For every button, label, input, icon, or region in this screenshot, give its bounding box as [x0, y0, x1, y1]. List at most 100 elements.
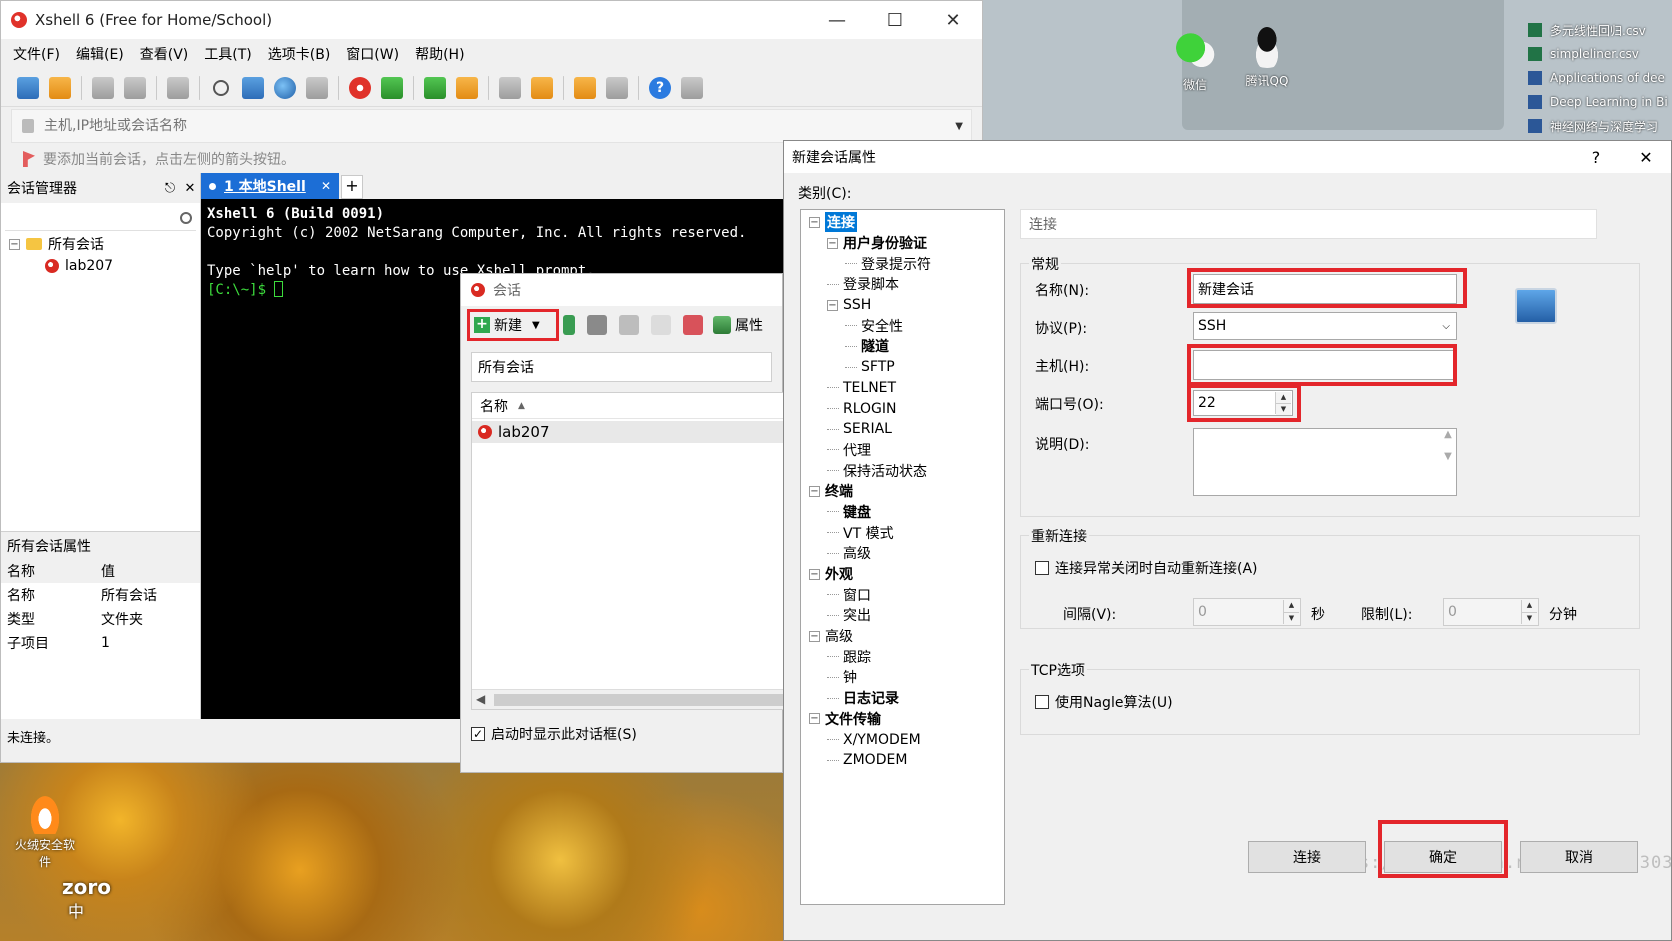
category-item[interactable]: SFTP — [801, 357, 1004, 378]
limit-spin-buttons[interactable]: ▲ ▼ — [1521, 600, 1537, 624]
desktop-file[interactable]: Deep Learning in Bi — [1528, 90, 1672, 114]
close-button[interactable]: ✕ — [924, 1, 982, 39]
horizontal-scrollbar[interactable]: ◀ — [472, 689, 783, 709]
category-item[interactable]: − 终端 — [801, 481, 1004, 502]
port-stepper[interactable]: 22 ▲ ▼ — [1193, 390, 1293, 416]
collapse-icon[interactable]: − — [827, 237, 838, 249]
globe-icon[interactable] — [274, 76, 296, 99]
category-item[interactable]: 钟 — [801, 667, 1004, 688]
table-row[interactable]: 类型 文件夹 — [1, 607, 200, 631]
collapse-icon[interactable]: − — [809, 630, 820, 642]
delete-icon[interactable] — [683, 315, 703, 335]
category-item[interactable]: 代理 — [801, 440, 1004, 461]
category-item[interactable]: 登录脚本 — [801, 274, 1004, 295]
spin-down-icon[interactable]: ▼ — [1276, 403, 1291, 415]
category-item[interactable]: 保持活动状态 — [801, 460, 1004, 481]
category-item[interactable]: 隧道 — [801, 336, 1004, 357]
category-item[interactable]: 跟踪 — [801, 646, 1004, 667]
category-item[interactable]: 键盘 — [801, 502, 1004, 523]
new-session-icon[interactable] — [17, 76, 39, 99]
disconnect-icon[interactable] — [124, 76, 146, 99]
session-search-input[interactable] — [5, 205, 196, 231]
category-item[interactable]: RLOGIN — [801, 398, 1004, 419]
maximize-button[interactable]: ☐ — [866, 1, 924, 39]
nagle-checkbox[interactable] — [1035, 695, 1049, 709]
terminal-output[interactable]: Xshell 6 (Build 0091) Copyright (c) 2002… — [201, 199, 784, 298]
collapse-icon[interactable]: − — [827, 299, 838, 311]
pin-icon[interactable]: ⎋ — [160, 181, 180, 196]
name-field[interactable]: 新建会话 — [1193, 274, 1457, 304]
table-row[interactable]: 名称 所有会话 — [1, 583, 200, 607]
properties-icon[interactable] — [167, 76, 189, 99]
tab-local-shell[interactable]: 1 本地Shell ✕ — [201, 173, 339, 199]
desktop-file[interactable]: 神经网络与深度学习 — [1528, 114, 1672, 138]
auto-reconnect-row[interactable]: 连接异常关闭时自动重新连接(A) — [1035, 558, 1258, 578]
xftp-icon[interactable] — [381, 76, 403, 99]
chevron-down-icon[interactable]: ▼ — [532, 320, 540, 331]
properties-button[interactable]: 属性 — [713, 315, 763, 335]
minimize-button[interactable]: — — [808, 1, 866, 39]
copy-icon[interactable] — [619, 315, 639, 335]
search-icon[interactable] — [213, 79, 229, 96]
arrow-flag-icon[interactable] — [23, 151, 35, 167]
category-item[interactable]: 日志记录 — [801, 688, 1004, 709]
ok-button[interactable]: 确定 — [1384, 841, 1502, 873]
list-item[interactable]: lab207 — [472, 421, 783, 443]
startup-checkbox[interactable]: ✓ — [471, 727, 485, 741]
menu-item[interactable]: 窗口(W) — [346, 44, 399, 64]
interval-stepper[interactable]: 0 ▲ ▼ — [1193, 598, 1301, 626]
menu-item[interactable]: 帮助(H) — [415, 44, 464, 64]
tab-close-icon[interactable]: ✕ — [321, 179, 331, 193]
spin-up-icon[interactable]: ▲ — [1522, 600, 1537, 612]
tree-item-lab207[interactable]: lab207 — [1, 255, 200, 277]
category-item[interactable]: TELNET — [801, 378, 1004, 399]
collapse-icon[interactable]: − — [809, 568, 820, 580]
category-item[interactable]: 突出 — [801, 605, 1004, 626]
category-item[interactable]: − 连接 — [801, 212, 1004, 233]
category-item[interactable]: − 用户身份验证 — [801, 233, 1004, 254]
connect-icon[interactable] — [92, 76, 114, 99]
category-item[interactable]: 高级 — [801, 543, 1004, 564]
desktop-file[interactable]: 多元线性回归.csv — [1528, 18, 1672, 42]
connect-icon[interactable] — [563, 315, 575, 335]
desktop-file[interactable]: Applications of dee — [1528, 66, 1672, 90]
close-button[interactable]: ✕ — [1621, 148, 1671, 167]
layout-icon[interactable] — [242, 76, 264, 99]
desktop-wechat[interactable]: 微信 — [1160, 28, 1230, 93]
collapse-icon[interactable]: − — [809, 485, 820, 497]
category-item[interactable]: − 高级 — [801, 626, 1004, 647]
table-row[interactable]: 子项目 1 — [1, 631, 200, 655]
startup-checkbox-row[interactable]: ✓ 启动时显示此对话框(S) — [471, 724, 637, 744]
category-item[interactable]: − 文件传输 — [801, 709, 1004, 730]
interval-spin-buttons[interactable]: ▲ ▼ — [1283, 600, 1299, 624]
compose-icon[interactable] — [574, 76, 596, 99]
category-item[interactable]: VT 模式 — [801, 522, 1004, 543]
category-item[interactable]: 安全性 — [801, 315, 1004, 336]
host-field[interactable] — [1193, 350, 1457, 380]
cut-icon[interactable] — [587, 315, 607, 335]
menu-item[interactable]: 查看(V) — [140, 44, 189, 64]
chat-icon[interactable] — [681, 76, 703, 99]
xshell-titlebar[interactable]: Xshell 6 (Free for Home/School) — ☐ ✕ — [1, 1, 982, 39]
sessions-dialog-titlebar[interactable]: 会话 — [461, 274, 782, 306]
list-column-header[interactable]: 名称 ▲ — [472, 393, 783, 419]
keyboard-icon[interactable] — [499, 76, 521, 99]
tree-item-all-sessions[interactable]: − 所有会话 — [1, 233, 200, 255]
category-item[interactable]: − SSH — [801, 295, 1004, 316]
menu-item[interactable]: 选项卡(B) — [268, 44, 331, 64]
properties-dialog-titlebar[interactable]: 新建会话属性 ? ✕ — [784, 141, 1671, 173]
new-session-button[interactable]: + 新建 ▼ — [467, 309, 559, 341]
spin-up-icon[interactable]: ▲ — [1276, 392, 1291, 403]
paste-icon[interactable] — [651, 315, 671, 335]
collapse-icon[interactable]: − — [809, 216, 820, 228]
menu-item[interactable]: 编辑(E) — [76, 44, 124, 64]
fullscreen-icon[interactable] — [424, 76, 446, 99]
desktop-file[interactable]: simpleliner.csv — [1528, 42, 1672, 66]
add-tab-button[interactable]: + — [341, 175, 363, 199]
port-spin-buttons[interactable]: ▲ ▼ — [1275, 392, 1291, 415]
collapse-icon[interactable]: − — [9, 238, 20, 250]
highlight-icon[interactable] — [531, 76, 553, 99]
auto-reconnect-checkbox[interactable] — [1035, 561, 1049, 575]
description-field[interactable] — [1193, 428, 1457, 496]
category-item[interactable]: 登录提示符 — [801, 253, 1004, 274]
